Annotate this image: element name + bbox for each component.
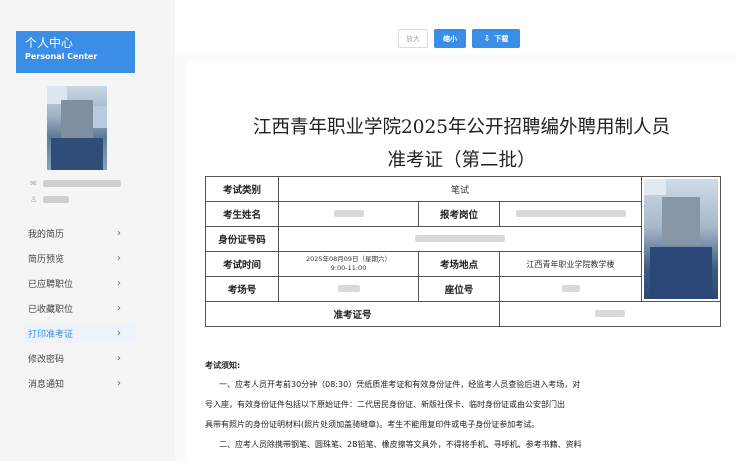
chevron-right-icon: ›: [117, 228, 121, 239]
sidebar-menu: 我的简历 › 简历预览 › 已应聘职位 › 已收藏职位 › 打印准考证 › 修改…: [0, 221, 175, 396]
menu-label: 我的简历: [28, 230, 65, 240]
download-button[interactable]: ⇩ 下载: [472, 29, 520, 48]
position-value-redacted: [499, 201, 642, 227]
user-icon: ♙: [30, 195, 38, 204]
exam-notice: 考试须知: 一、应考人员开考前30分钟（08:30）凭纸质准考证和有效身份证件，…: [205, 357, 721, 455]
email-info: ✉: [30, 179, 121, 188]
mail-icon: ✉: [30, 179, 37, 188]
menu-resume-preview[interactable]: 简历预览 ›: [0, 246, 175, 271]
menu-print-admission[interactable]: 打印准考证 ›: [0, 321, 175, 346]
document-subtitle: 准考证（第二批）: [387, 150, 536, 171]
email-value-redacted: [43, 180, 121, 187]
admission-number-value-redacted: [499, 301, 721, 327]
position-label: 报考岗位: [418, 201, 500, 227]
chevron-right-icon: ›: [117, 328, 121, 339]
exam-category-value: 笔试: [278, 176, 642, 202]
menu-label: 已应聘职位: [28, 280, 74, 290]
venue-label: 考场地点: [418, 251, 500, 277]
chevron-right-icon: ›: [117, 278, 121, 289]
candidate-photo: [644, 179, 718, 299]
menu-notifications[interactable]: 消息通知 ›: [0, 371, 175, 396]
exam-time-value: 2025年08月09日（星期六） 9:00-11:00: [278, 251, 419, 277]
admission-ticket-table: 考试类别 笔试 考生姓名 报考岗位 身份证号码 考试时间 2025年08月09日…: [205, 176, 721, 327]
exam-date: 2025年08月09日（星期六）: [305, 255, 392, 263]
room-number-value-redacted: [278, 276, 419, 302]
menu-label: 简历预览: [28, 255, 65, 265]
notice-paragraph: 一、应考人员开考前30分钟（08:30）凭纸质准考证和有效身份证件，经监考人员查…: [219, 380, 581, 389]
exam-time-label: 考试时间: [205, 251, 279, 277]
admission-number-label: 准考证号: [205, 301, 500, 327]
header-subtitle: Personal Center: [25, 52, 98, 61]
menu-label: 消息通知: [28, 380, 65, 390]
sidebar: 个人中心 Personal Center ✉ ♙ 我的简历 › 简历预览 › 已…: [0, 0, 175, 461]
exam-hours: 9:00-11:00: [330, 264, 367, 272]
username-value-redacted: [43, 196, 69, 203]
id-number-value-redacted: [278, 226, 642, 252]
candidate-photo-cell: [641, 176, 721, 302]
chevron-right-icon: ›: [117, 378, 121, 389]
chevron-right-icon: ›: [117, 353, 121, 364]
name-value-redacted: [278, 201, 419, 227]
exam-category-label: 考试类别: [205, 176, 279, 202]
seat-number-label: 座位号: [418, 276, 500, 302]
chevron-right-icon: ›: [117, 253, 121, 264]
document-title: 江西青年职业学院2025年公开招聘编外聘用制人员: [252, 117, 671, 138]
menu-my-resume[interactable]: 我的简历 ›: [0, 221, 175, 246]
download-icon: ⇩: [483, 34, 491, 43]
user-info: ♙: [30, 195, 69, 204]
notice-title: 考试须知:: [205, 361, 241, 370]
download-label: 下载: [494, 34, 509, 43]
venue-value: 江西青年职业学院教学楼: [499, 251, 642, 277]
chevron-right-icon: ›: [117, 303, 121, 314]
menu-label: 修改密码: [28, 355, 65, 365]
document-toolbar: 放大 缩小 ⇩ 下载: [398, 29, 520, 48]
header-title: 个人中心: [25, 36, 74, 50]
menu-change-password[interactable]: 修改密码 ›: [0, 346, 175, 371]
zoom-in-button[interactable]: 放大: [398, 29, 428, 48]
id-number-label: 身份证号码: [205, 226, 279, 252]
seat-number-value-redacted: [499, 276, 642, 302]
menu-label: 打印准考证: [28, 330, 74, 340]
name-label: 考生姓名: [205, 201, 279, 227]
menu-applied-jobs[interactable]: 已应聘职位 ›: [0, 271, 175, 296]
menu-saved-jobs[interactable]: 已收藏职位 ›: [0, 296, 175, 321]
notice-paragraph: 二、应考人员除携带钢笔、圆珠笔、2B铅笔、橡皮擦等文具外，不得将手机、寻呼机、参…: [219, 440, 582, 449]
avatar: [47, 86, 107, 170]
notice-paragraph: 号入座，有效身份证件包括以下原始证件：二代居民身份证、新版社保卡、临时身份证或由…: [205, 400, 565, 409]
room-number-label: 考场号: [205, 276, 279, 302]
personal-center-header: 个人中心 Personal Center: [16, 31, 135, 73]
notice-paragraph: 具带有照片的身份证明材料(照片处须加盖骑缝章)。考生不能用复印件或电子身份证参加…: [205, 420, 540, 429]
menu-label: 已收藏职位: [28, 305, 74, 315]
zoom-out-button[interactable]: 缩小: [434, 29, 466, 48]
